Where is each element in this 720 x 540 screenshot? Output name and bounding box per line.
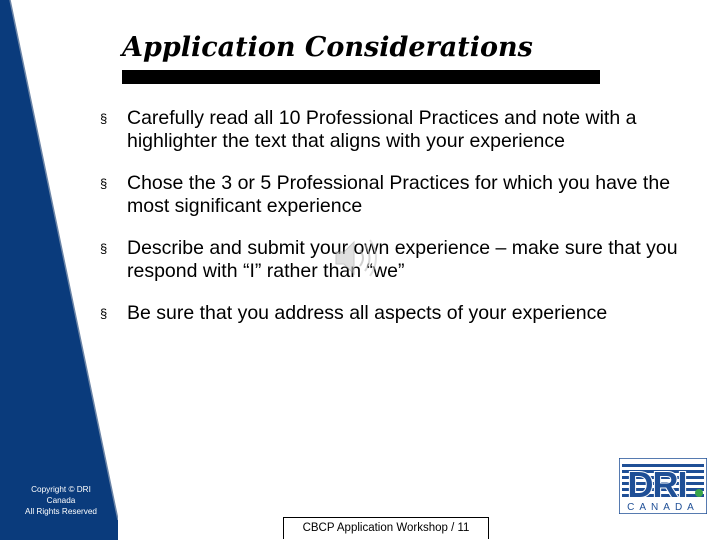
logo-subtitle: CANADA bbox=[627, 502, 699, 513]
bullet-text: Chose the 3 or 5 Professional Practices … bbox=[127, 172, 671, 217]
bullet-item: § Chose the 3 or 5 Professional Practice… bbox=[100, 172, 690, 218]
bullet-text: Be sure that you address all aspects of … bbox=[127, 302, 608, 324]
bullet-text: Describe and submit your own experience … bbox=[127, 237, 678, 282]
logo-dot bbox=[695, 489, 703, 497]
footer-label: CBCP Application Workshop / 11 bbox=[283, 517, 489, 539]
slide-title: Application Considerations bbox=[122, 32, 533, 63]
bullet-marker: § bbox=[100, 241, 108, 256]
title-underline bbox=[122, 70, 600, 84]
bullet-list: § Carefully read all 10 Professional Pra… bbox=[100, 107, 690, 344]
copyright-line: Canada bbox=[46, 496, 76, 505]
copyright-notice: Copyright © DRI Canada All Rights Reserv… bbox=[8, 484, 114, 517]
bullet-item: § Be sure that you address all aspects o… bbox=[100, 302, 690, 325]
bullet-item: § Describe and submit your own experienc… bbox=[100, 237, 690, 283]
bullet-text: Carefully read all 10 Professional Pract… bbox=[127, 107, 637, 152]
bullet-item: § Carefully read all 10 Professional Pra… bbox=[100, 107, 690, 153]
copyright-line: Copyright © DRI bbox=[31, 485, 91, 494]
bullet-marker: § bbox=[100, 306, 108, 321]
logo-brand: DRI bbox=[628, 464, 687, 505]
bullet-marker: § bbox=[100, 111, 108, 126]
speaker-icon[interactable] bbox=[332, 236, 386, 280]
copyright-line: All Rights Reserved bbox=[25, 507, 97, 516]
dri-canada-logo: DRI CANADA bbox=[619, 458, 707, 514]
bullet-marker: § bbox=[100, 176, 108, 191]
